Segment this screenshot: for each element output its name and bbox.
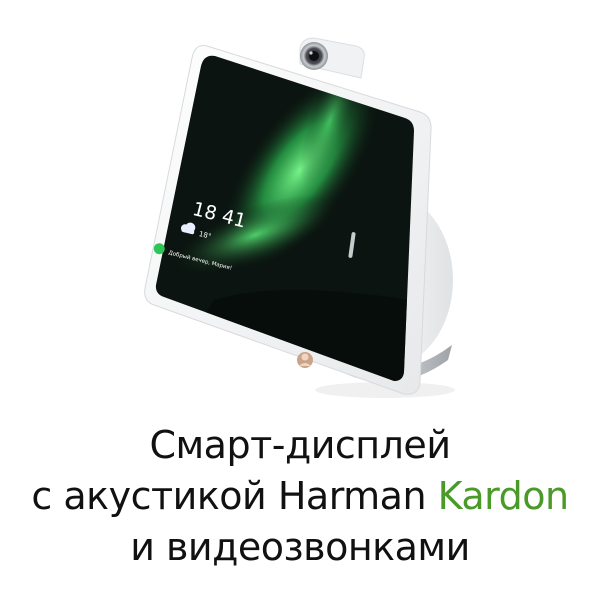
camera-icon	[299, 37, 365, 79]
product-card: 18 41 18° Добрый вечер, Мария! Смарт-дис…	[0, 0, 600, 600]
avatar[interactable]	[297, 352, 313, 368]
product-headline: Смарт-дисплей с акустикой Harman Kardon …	[0, 420, 600, 573]
brand-harman: Harman	[277, 474, 427, 518]
smart-display-image: 18 41 18° Добрый вечер, Мария!	[144, 37, 455, 398]
headline-line-2: с акустикой Harman Kardon	[0, 471, 600, 522]
display-panel	[144, 45, 432, 395]
headline-line-3: и видеозвонками	[130, 525, 470, 569]
headline-prefix: с акустикой	[31, 474, 278, 518]
headline-line-1: Смарт-дисплей	[149, 423, 451, 467]
brand-kardon: Kardon	[437, 474, 569, 518]
